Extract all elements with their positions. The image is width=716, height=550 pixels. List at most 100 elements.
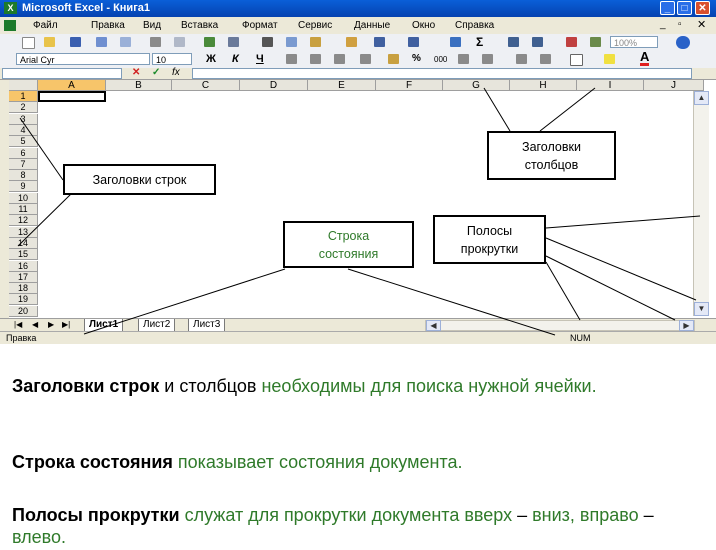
scroll-up-button[interactable]: ▲ [694,91,709,105]
redo-icon[interactable] [408,37,419,47]
drawing-icon[interactable] [590,37,601,47]
font-color-icon[interactable]: A [640,50,650,66]
undo-icon[interactable] [374,37,385,47]
increase-indent-icon[interactable] [540,54,551,64]
row-header[interactable]: 3 [9,113,38,125]
bold-button[interactable]: Ж [206,53,216,65]
print-icon[interactable] [150,37,161,47]
menu-edit[interactable]: Правка [91,20,125,31]
column-header[interactable]: A [38,80,106,91]
doc-restore-icon[interactable]: ▫ [678,19,682,30]
email-icon[interactable] [120,37,131,47]
increase-decimal-icon[interactable] [458,54,469,64]
column-header[interactable]: B [106,80,172,91]
hyperlink-icon[interactable] [450,37,461,47]
menu-data[interactable]: Данные [354,20,390,31]
row-header[interactable]: 15 [9,249,38,261]
row-header[interactable]: 16 [9,260,38,272]
maximize-button[interactable]: □ [677,1,692,15]
column-header[interactable]: F [376,80,443,91]
column-header[interactable]: H [510,80,577,91]
row-header[interactable]: 18 [9,283,38,295]
chart-wizard-icon[interactable] [566,37,577,47]
zoom-select[interactable]: 100% [610,36,658,48]
first-sheet-icon[interactable]: |◀ [14,320,22,329]
row-header[interactable]: 5 [9,136,38,148]
row-header[interactable]: 13 [9,226,38,238]
active-cell[interactable] [38,91,106,102]
name-box[interactable] [2,68,122,79]
menu-file[interactable]: Файл [33,20,58,31]
row-header[interactable]: 8 [9,170,38,182]
new-icon[interactable] [22,37,35,49]
select-all-corner[interactable] [9,80,38,91]
row-header[interactable]: 6 [9,147,38,159]
row-header[interactable]: 17 [9,271,38,283]
borders-icon[interactable] [570,54,583,66]
thousands-button[interactable]: 000 [434,55,447,64]
column-header[interactable]: D [240,80,308,91]
sort-desc-icon[interactable] [532,37,543,47]
fill-color-icon[interactable] [604,54,615,64]
menu-window[interactable]: Окно [412,20,435,31]
row-header[interactable]: 7 [9,158,38,170]
menu-view[interactable]: Вид [143,20,161,31]
column-header[interactable]: G [443,80,510,91]
column-header[interactable]: J [644,80,704,91]
row-header[interactable]: 20 [9,305,38,317]
horizontal-scrollbar[interactable]: ◀ ▶ [425,320,695,331]
font-name-select[interactable]: Arial Cyr [16,53,150,65]
vertical-scrollbar[interactable]: ▲ ▼ [693,91,709,316]
research-icon[interactable] [228,37,239,47]
align-left-icon[interactable] [286,54,297,64]
underline-button[interactable]: Ч [256,53,264,65]
row-header[interactable]: 4 [9,124,38,136]
last-sheet-icon[interactable]: ▶| [62,320,70,329]
row-header[interactable]: 14 [9,237,38,249]
column-header[interactable]: E [308,80,376,91]
doc-minimize-icon[interactable]: _ [660,19,666,30]
paste-icon[interactable] [310,37,321,47]
cancel-icon[interactable]: ✕ [132,67,140,78]
scroll-down-button[interactable]: ▼ [694,302,709,316]
cut-icon[interactable] [262,37,273,47]
sort-asc-icon[interactable] [508,37,519,47]
currency-icon[interactable] [388,54,399,64]
align-right-icon[interactable] [334,54,345,64]
save-icon[interactable] [70,37,81,47]
help-icon[interactable] [676,36,690,49]
row-header[interactable]: 11 [9,204,38,215]
align-center-icon[interactable] [310,54,321,64]
prev-sheet-icon[interactable]: ◀ [32,320,38,329]
copy-icon[interactable] [286,37,297,47]
menu-tools[interactable]: Сервис [298,20,332,31]
italic-button[interactable]: К [232,53,239,65]
menu-help[interactable]: Справка [455,20,494,31]
row-header[interactable]: 9 [9,181,38,193]
minimize-button[interactable]: _ [660,1,675,15]
preview-icon[interactable] [174,37,185,47]
column-header[interactable]: I [577,80,644,91]
percent-button[interactable]: % [412,53,421,64]
column-header[interactable]: C [172,80,240,91]
row-header[interactable]: 19 [9,294,38,306]
row-header[interactable]: 12 [9,215,38,227]
formula-input[interactable] [192,68,692,79]
font-size-select[interactable]: 10 [152,53,192,65]
row-header[interactable]: 10 [9,192,38,204]
row-header[interactable]: 1 [9,91,38,102]
enter-icon[interactable]: ✓ [152,67,160,78]
menu-insert[interactable]: Вставка [181,20,218,31]
autosum-icon[interactable]: Σ [476,35,483,49]
decrease-indent-icon[interactable] [516,54,527,64]
insert-function-icon[interactable]: fx [172,67,180,78]
row-header[interactable]: 2 [9,102,38,114]
open-icon[interactable] [44,37,55,47]
scroll-left-button[interactable]: ◀ [426,320,441,331]
spelling-icon[interactable] [204,37,215,47]
menu-format[interactable]: Формат [242,20,278,31]
merge-center-icon[interactable] [360,54,371,64]
decrease-decimal-icon[interactable] [482,54,493,64]
permission-icon[interactable] [96,37,107,47]
doc-close-icon[interactable]: ✕ [697,18,706,31]
